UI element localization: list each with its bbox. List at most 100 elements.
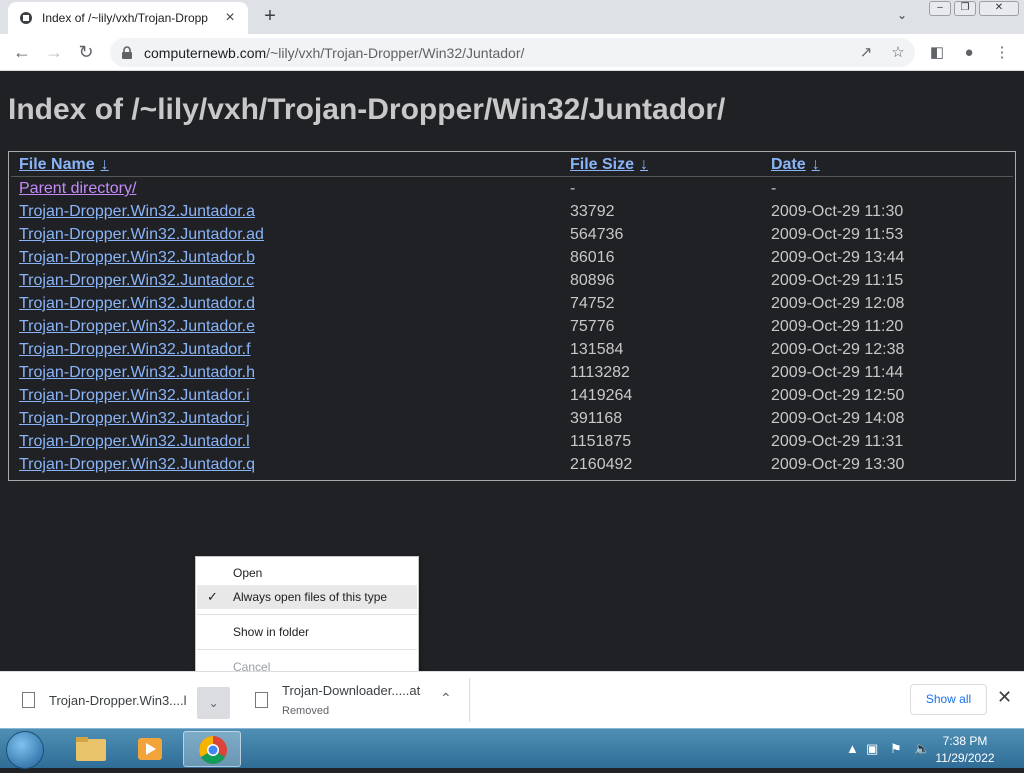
volume-icon[interactable]: 🔈 [914,741,930,757]
header-divider [11,176,1013,177]
file-link[interactable]: Trojan-Dropper.Win32.Juntador.l [19,433,250,451]
table-row: Trojan-Dropper.Win32.Juntador.i 1419264 20… [9,387,1015,410]
download-shelf: Trojan-Dropper.Win3....l ⌄ Trojan-Downlo… [0,671,1024,728]
file-size: 33792 [570,203,615,220]
download-status: Removed [282,705,330,717]
table-row: Trojan-Dropper.Win32.Juntador.j 391168 200… [9,410,1015,433]
column-header-file-name-label: File Name [19,156,95,173]
download-menu-chevron-icon[interactable]: ⌄ [197,687,230,719]
clock-time[interactable]: 7:38 PM [930,734,1000,748]
site-favicon-icon [20,12,32,24]
close-window-button[interactable]: ✕ [979,1,1019,16]
taskbar-media-player[interactable] [122,731,180,767]
download-filename: Trojan-Downloader.....at [282,683,421,698]
file-date: 2009-Oct-29 11:53 [771,226,904,243]
column-header-file-name[interactable]: File Name ↓ [19,156,109,174]
download-menu-chevron-up-icon[interactable]: ⌃ [440,690,452,707]
share-icon[interactable]: ↗ [856,43,876,63]
file-icon [255,692,268,708]
table-row: Trojan-Dropper.Win32.Juntador.q 2160492 20… [9,456,1015,479]
taskbar-explorer[interactable] [62,731,120,767]
windows-taskbar: ▲ ▣ ⚑ 🔈 7:38 PM 11/29/2022 [0,728,1024,769]
side-panel-icon[interactable]: ◧ [927,43,947,63]
file-date: 2009-Oct-29 12:50 [771,387,905,404]
start-button[interactable] [6,731,44,769]
tray-expand-icon[interactable]: ▲ [846,741,859,756]
file-size: 75776 [570,318,615,335]
file-link[interactable]: Trojan-Dropper.Win32.Juntador.c [19,272,254,290]
file-listing-table: File Name ↓ File Size ↓ Date ↓ Parent direc… [8,151,1016,481]
tab-active[interactable]: Index of /~lily/vxh/Trojan-Dropp × [8,2,248,34]
url-host: computernewb.com [144,44,267,61]
file-date: 2009-Oct-29 11:15 [771,272,904,289]
menu-item-show-in-folder[interactable]: Show in folder [197,620,417,644]
file-link[interactable]: Trojan-Dropper.Win32.Juntador.b [19,249,255,267]
table-row: Parent directory/ - - [9,180,1015,203]
shelf-close-icon[interactable]: ✕ [997,687,1012,708]
file-size: 1151875 [570,433,632,450]
download-item-1[interactable]: Trojan-Dropper.Win3....l ⌄ [0,672,232,728]
column-header-file-size[interactable]: File Size ↓ [570,156,648,174]
file-link[interactable]: Trojan-Dropper.Win32.Juntador.d [19,295,255,313]
back-arrow-icon[interactable]: ← [10,40,34,64]
checkmark-icon: ✓ [207,589,218,604]
tab-strip: Index of /~lily/vxh/Trojan-Dropp × + ⌄ –… [0,0,1024,34]
bookmark-star-icon[interactable]: ☆ [888,43,908,63]
file-date: 2009-Oct-29 11:44 [771,364,904,381]
table-row: Trojan-Dropper.Win32.Juntador.ad 564736 20… [9,226,1015,249]
tab-close-icon[interactable]: × [222,10,238,26]
reload-icon[interactable]: ↻ [74,40,98,64]
table-row: Trojan-Dropper.Win32.Juntador.c 80896 2009… [9,272,1015,295]
file-size: 391168 [570,410,623,427]
file-link[interactable]: Parent directory/ [19,180,136,198]
sort-arrow-icon: ↓ [811,156,820,173]
action-center-flag-icon[interactable]: ⚑ [890,741,902,757]
clock-date[interactable]: 11/29/2022 [930,751,1000,765]
download-context-menu: Open ✓ Always open files of this type Sho… [195,556,419,682]
file-link[interactable]: Trojan-Dropper.Win32.Juntador.a [19,203,255,221]
network-icon[interactable]: ▣ [866,741,878,757]
file-size: 564736 [570,226,624,243]
restore-window-button[interactable]: ❐ [954,1,976,16]
table-row: Trojan-Dropper.Win32.Juntador.f 131584 200… [9,341,1015,364]
sort-arrow-icon: ↓ [640,156,649,173]
file-date: 2009-Oct-29 12:38 [771,341,905,358]
taskbar-chrome[interactable] [183,731,241,767]
media-player-icon [138,738,162,760]
shelf-divider [469,678,470,722]
file-link[interactable]: Trojan-Dropper.Win32.Juntador.f [19,341,251,359]
url-path: /~lily/vxh/Trojan-Dropper/Win32/Juntador… [266,44,525,61]
sort-arrow-icon: ↓ [100,156,109,173]
download-item-2[interactable]: Trojan-Downloader.....at Removed ⌃ [236,672,466,728]
file-size: - [570,180,576,197]
file-date: 2009-Oct-29 13:44 [771,249,905,266]
address-bar[interactable]: computernewb.com/~lily/vxh/Trojan-Droppe… [110,38,915,67]
menu-item-label: Open [233,566,263,580]
file-date: 2009-Oct-29 11:31 [771,433,904,450]
file-date: 2009-Oct-29 11:20 [771,318,904,335]
menu-kebab-icon[interactable]: ⋮ [992,43,1012,63]
column-header-date[interactable]: Date ↓ [771,156,820,174]
file-date: 2009-Oct-29 14:08 [771,410,905,427]
show-all-button[interactable]: Show all [910,684,987,715]
tab-search-chevron-icon[interactable]: ⌄ [897,8,907,22]
menu-item-open[interactable]: Open [197,561,417,585]
new-tab-button[interactable]: + [260,6,280,26]
file-link[interactable]: Trojan-Dropper.Win32.Juntador.e [19,318,255,336]
file-size: 86016 [570,249,615,266]
file-link[interactable]: Trojan-Dropper.Win32.Juntador.i [19,387,250,405]
file-size: 74752 [570,295,615,312]
forward-arrow-icon[interactable]: → [42,40,66,64]
minimize-window-button[interactable]: – [929,1,951,16]
file-link[interactable]: Trojan-Dropper.Win32.Juntador.j [19,410,250,428]
file-link[interactable]: Trojan-Dropper.Win32.Juntador.h [19,364,255,382]
file-link[interactable]: Trojan-Dropper.Win32.Juntador.ad [19,226,264,244]
profile-avatar-icon[interactable]: ● [959,43,979,63]
file-date: 2009-Oct-29 11:30 [771,203,904,220]
file-size: 131584 [570,341,624,358]
file-link[interactable]: Trojan-Dropper.Win32.Juntador.q [19,456,255,474]
table-row: Trojan-Dropper.Win32.Juntador.h 1113282 20… [9,364,1015,387]
menu-item-always-open[interactable]: ✓ Always open files of this type [197,585,417,609]
lock-icon [122,45,132,59]
tab-title: Index of /~lily/vxh/Trojan-Dropp [42,11,208,25]
